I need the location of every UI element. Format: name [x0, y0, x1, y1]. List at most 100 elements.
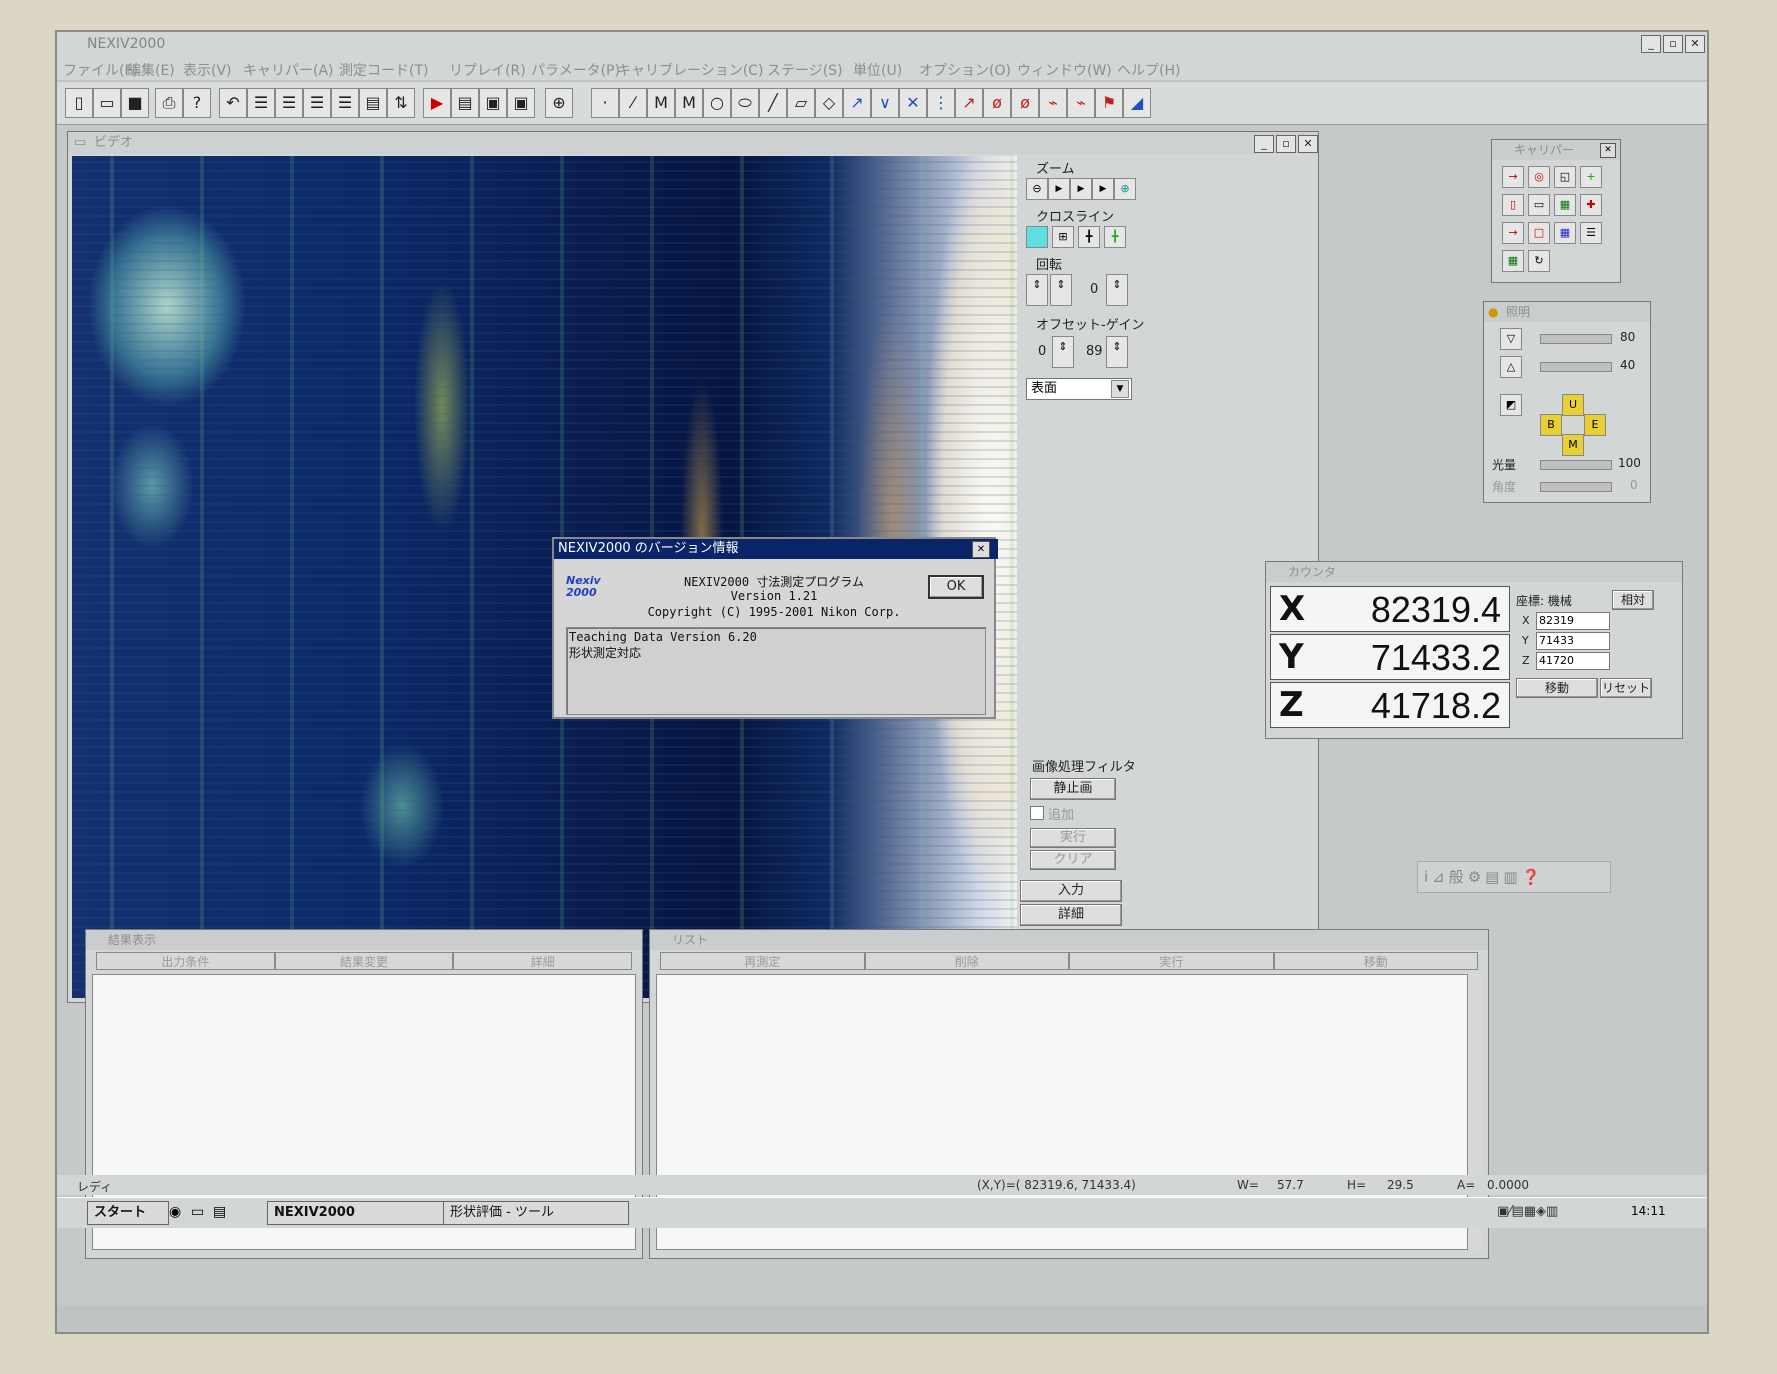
input-x-field[interactable]: 82319 — [1536, 612, 1610, 630]
rotate-cw-spinner[interactable]: ⇕ — [1050, 274, 1072, 306]
add-checkbox[interactable] — [1030, 806, 1044, 820]
multipoint-icon[interactable]: ⁄ — [619, 88, 647, 118]
shape-eval-icon[interactable]: ⌁ — [1067, 88, 1095, 118]
angle-icon[interactable]: ∨ — [871, 88, 899, 118]
detail-button[interactable]: 詳細 — [1020, 904, 1122, 926]
caliper-close-icon[interactable]: ✕ — [1600, 143, 1616, 158]
task-shape-eval[interactable]: 形状評価 - ツール — [443, 1201, 629, 1225]
menu-unit[interactable]: 単位(U) — [853, 60, 902, 80]
maximize-button[interactable]: ▫ — [1663, 35, 1683, 53]
ok-button[interactable]: OK — [928, 575, 984, 599]
menu-calibration[interactable]: キャリブレーション(C) — [617, 60, 763, 80]
quicklaunch-ie-icon[interactable]: ◉ — [169, 1204, 181, 1220]
circle-icon[interactable]: ○ — [703, 88, 731, 118]
diameter-z-icon[interactable]: ø — [1011, 88, 1039, 118]
ring-left-icon[interactable]: B — [1540, 414, 1562, 436]
help-icon[interactable]: ? — [183, 88, 211, 118]
open-folder-icon[interactable]: ▭ — [93, 88, 121, 118]
graph-icon[interactable]: ◢ — [1123, 88, 1151, 118]
rectangle-icon[interactable]: ▱ — [787, 88, 815, 118]
line-icon[interactable]: ╱ — [759, 88, 787, 118]
zoom-out-icon[interactable]: ⊖ — [1026, 178, 1048, 200]
menu-measure-code[interactable]: 測定コード(T) — [339, 60, 428, 80]
menu-edit[interactable]: 編集(E) — [127, 60, 175, 80]
ellipse-icon[interactable]: ⬭ — [731, 88, 759, 118]
minimize-button[interactable]: _ — [1641, 35, 1661, 53]
undo-icon[interactable]: ↶ — [219, 88, 247, 118]
start-button[interactable]: スタート — [87, 1201, 169, 1225]
caliper-bracket-icon[interactable]: ▯ — [1502, 194, 1524, 216]
step-icon[interactable]: ▤ — [451, 88, 479, 118]
video-maximize-button[interactable]: ▫ — [1276, 135, 1296, 153]
rotate-value-spinner[interactable]: ⇕ — [1106, 274, 1128, 306]
zoom-step2-icon[interactable]: ▶ — [1070, 178, 1092, 200]
menu-stage[interactable]: ステージ(S) — [767, 60, 843, 80]
caliper-grid-icon[interactable]: ▦ — [1554, 194, 1576, 216]
video-close-button[interactable]: ✕ — [1298, 135, 1318, 153]
ring-light-icon[interactable]: ◩ — [1500, 394, 1522, 416]
caliper-table-icon[interactable]: ▦ — [1502, 250, 1524, 272]
crossline-none-icon[interactable] — [1026, 226, 1048, 248]
rotate-ccw-spinner[interactable]: ⇕ — [1026, 274, 1048, 306]
menu-window[interactable]: ウィンドウ(W) — [1017, 60, 1112, 80]
clear-button[interactable]: クリア — [1030, 850, 1116, 870]
flag-icon[interactable]: ⚑ — [1095, 88, 1123, 118]
new-file-icon[interactable]: ▯ — [65, 88, 93, 118]
x-measure-icon[interactable]: ↗ — [955, 88, 983, 118]
tab-output-conditions[interactable]: 出力条件 — [96, 952, 275, 970]
execute-button[interactable]: 実行 — [1030, 828, 1116, 848]
crossline-fine-icon[interactable]: ╋ — [1104, 226, 1126, 248]
crossline-grid-icon[interactable]: ⊞ — [1052, 226, 1074, 248]
teach-edit-icon[interactable]: ▣ — [507, 88, 535, 118]
task-nexiv2000[interactable]: NEXIV2000 — [267, 1201, 445, 1225]
gain-spinner[interactable]: ⇕ — [1106, 336, 1128, 368]
zoom-step3-icon[interactable]: ▶ — [1092, 178, 1114, 200]
input-y-field[interactable]: 71433 — [1536, 632, 1610, 650]
min-point-icon[interactable]: M — [675, 88, 703, 118]
list-insert-icon[interactable]: ☰ — [275, 88, 303, 118]
input-button[interactable]: 入力 — [1020, 880, 1122, 902]
caliper-dots-icon[interactable]: ▦ — [1554, 222, 1576, 244]
light-amount-slider[interactable] — [1540, 460, 1612, 470]
video-minimize-button[interactable]: _ — [1254, 135, 1274, 153]
quicklaunch-app-icon[interactable]: ▤ — [213, 1204, 226, 1220]
run-icon[interactable]: ▶ — [423, 88, 451, 118]
diamond-icon[interactable]: ◇ — [815, 88, 843, 118]
list-paste-icon[interactable]: ☰ — [331, 88, 359, 118]
menu-option[interactable]: オプション(O) — [919, 60, 1011, 80]
menu-help[interactable]: ヘルプ(H) — [1117, 60, 1180, 80]
tab-change-result[interactable]: 結果変更 — [274, 952, 454, 970]
dialog-close-icon[interactable]: ✕ — [972, 541, 990, 558]
list-edit-icon[interactable]: ☰ — [247, 88, 275, 118]
relative-button[interactable]: 相対 — [1612, 590, 1654, 610]
tab-remeasure[interactable]: 再測定 — [660, 952, 865, 970]
chevron-down-icon[interactable]: ▼ — [1111, 380, 1129, 398]
caliper-rect-icon[interactable]: □ — [1528, 222, 1550, 244]
crossline-cross-icon[interactable]: ╋ — [1078, 226, 1100, 248]
shape-icon[interactable]: ⌁ — [1039, 88, 1067, 118]
max-point-icon[interactable]: M — [647, 88, 675, 118]
distance-icon[interactable]: ↗ — [843, 88, 871, 118]
menu-view[interactable]: 表示(V) — [183, 60, 232, 80]
caliper-cross-icon[interactable]: ✚ — [1580, 194, 1602, 216]
target-icon[interactable]: ⊕ — [545, 88, 573, 118]
ring-bottom-icon[interactable]: M — [1562, 434, 1584, 456]
quicklaunch-desktop-icon[interactable]: ▭ — [191, 1204, 204, 1220]
menu-caliper[interactable]: キャリパー(A) — [243, 60, 334, 80]
ring-right-icon[interactable]: E — [1584, 414, 1606, 436]
tool-palette[interactable]: i⊿般⚙▤▥❓ — [1417, 861, 1611, 893]
diameter-icon[interactable]: ø — [983, 88, 1011, 118]
light2-slider[interactable] — [1540, 362, 1612, 372]
tab-delete[interactable]: 削除 — [864, 952, 1069, 970]
reset-button[interactable]: リセット — [1600, 678, 1652, 698]
tab-execute[interactable]: 実行 — [1069, 952, 1274, 970]
zoom-in-icon[interactable]: ⊕ — [1114, 178, 1136, 200]
zoom-step1-icon[interactable]: ▶ — [1048, 178, 1070, 200]
surface-select[interactable]: 表面 ▼ — [1026, 378, 1132, 400]
caliper-rotate-icon[interactable]: ◱ — [1554, 166, 1576, 188]
move-button[interactable]: 移動 — [1516, 678, 1598, 698]
point-icon[interactable]: · — [591, 88, 619, 118]
still-image-button[interactable]: 静止画 — [1030, 778, 1116, 800]
sort-icon[interactable]: ⇅ — [387, 88, 415, 118]
caliper-lines-icon[interactable]: ☰ — [1580, 222, 1602, 244]
